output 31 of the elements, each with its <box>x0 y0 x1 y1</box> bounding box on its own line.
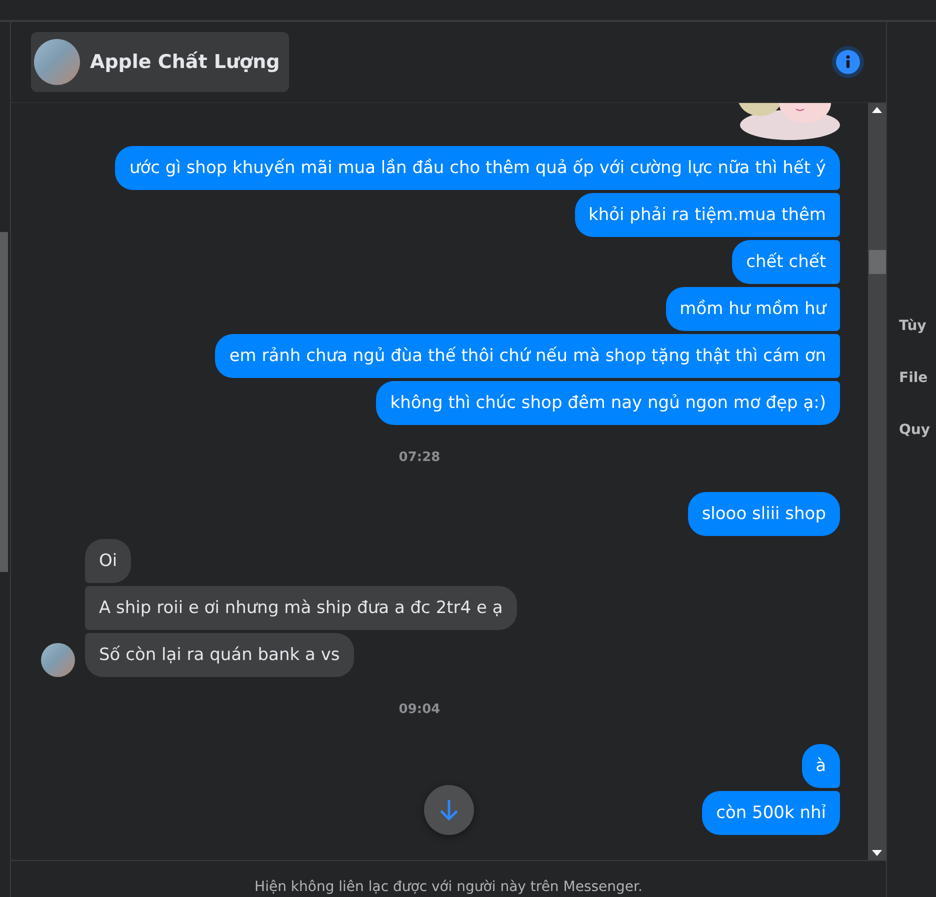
avatar-photo <box>41 643 75 677</box>
sent-message: ước gì shop khuyến mãi mua lần đầu cho thêm quả ốp với cường lực nữa thì hết ý <box>115 146 840 190</box>
scroll-up-icon[interactable] <box>872 107 882 113</box>
timestamp: 09:04 <box>398 701 440 719</box>
panel-item[interactable]: File <box>899 370 928 386</box>
contact-chip[interactable]: Apple Chất Lượng <box>31 32 289 92</box>
scrollbar[interactable] <box>0 232 8 572</box>
sent-message: còn 500k nhỉ <box>702 791 840 835</box>
info-icon <box>836 50 860 74</box>
received-message: A ship roii e ơi nhưng mà ship đưa a đc 2tr4 e ạ <box>85 586 517 630</box>
scrollbar[interactable] <box>868 103 886 860</box>
sent-message: em rảnh chưa ngủ đùa thế thôi chứ nếu mà shop tặng thật thì cám ơn <box>215 334 840 378</box>
scroll-down-button[interactable] <box>424 785 474 835</box>
info-button[interactable] <box>832 46 864 78</box>
sent-message: slooo sliii shop <box>688 492 840 536</box>
sent-message: khỏi phải ra tiệm.mua thêm <box>574 193 840 237</box>
timestamp: 07:28 <box>398 449 440 467</box>
contact-name: Apple Chất Lượng <box>90 51 280 73</box>
notice-text: Hiện không liên lạc được với người này trên Messenger. <box>254 879 642 895</box>
arrow-down-icon <box>439 799 459 821</box>
sent-message: mồm hư mồm hư <box>666 287 840 331</box>
panel-item[interactable]: Quy <box>899 422 930 438</box>
panel-item[interactable]: Tùy <box>899 318 926 334</box>
scroll-thumb[interactable] <box>868 250 886 274</box>
sent-message: chết chết <box>732 240 840 284</box>
sent-message: không thì chúc shop đêm nay ngủ ngon mơ đẹp ạ:) <box>376 381 840 425</box>
scroll-down-icon[interactable] <box>872 850 882 856</box>
avatar-photo <box>34 39 80 85</box>
sent-message: à <box>802 744 840 788</box>
received-message: Số còn lại ra quán bank a vs <box>85 633 354 677</box>
received-message: Oi <box>85 539 132 583</box>
